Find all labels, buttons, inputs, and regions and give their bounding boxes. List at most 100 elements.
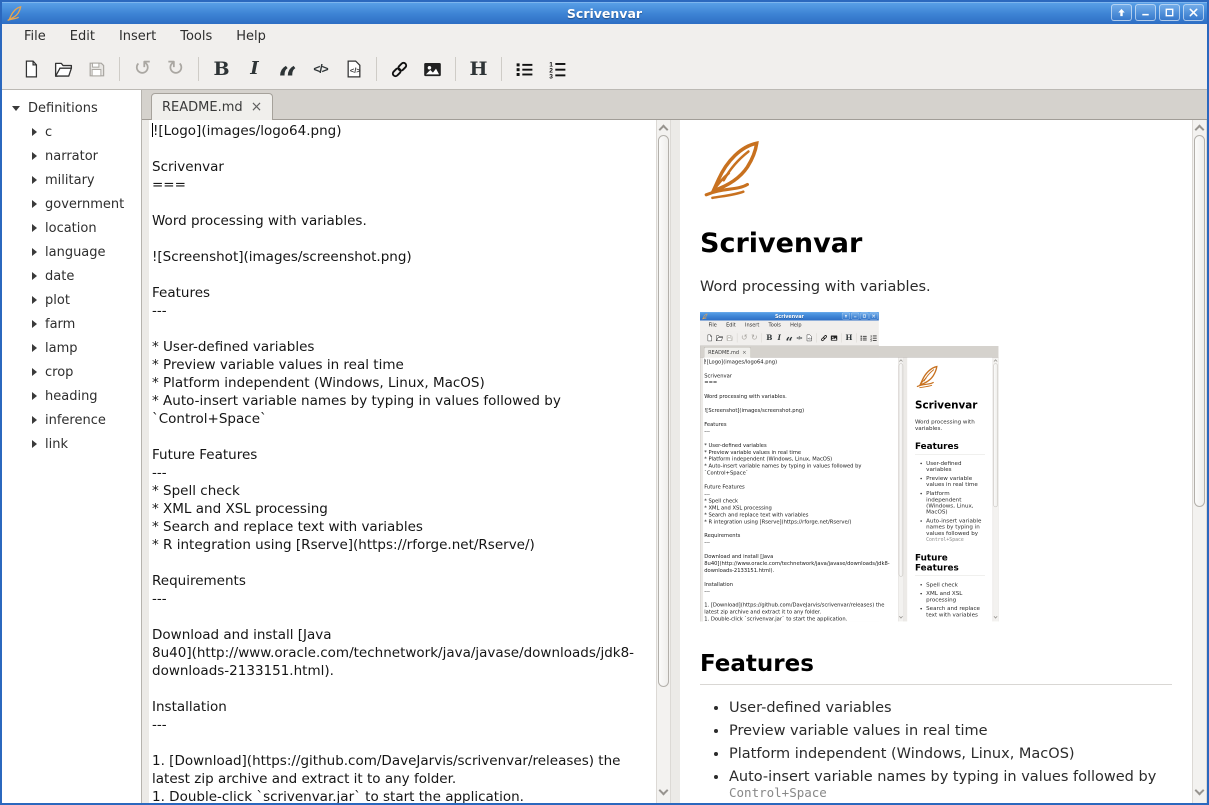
open-file-button[interactable] xyxy=(48,54,79,84)
menu-tools[interactable]: Tools xyxy=(168,25,224,48)
tree-item-date[interactable]: date xyxy=(2,264,141,288)
preview-heading: Features xyxy=(700,651,1172,685)
tree-item-heading[interactable]: heading xyxy=(2,384,141,408)
preview-bullet: Platform independent (Windows, Linux, Ma… xyxy=(729,746,1172,762)
editor-line: * Platform independent (Windows, Linux, … xyxy=(152,375,656,393)
chevron-right-icon[interactable] xyxy=(32,248,37,256)
chevron-right-icon[interactable] xyxy=(32,176,37,184)
preview-bullet: Auto-insert variable names by typing in … xyxy=(729,769,1172,801)
chevron-right-icon[interactable] xyxy=(32,200,37,208)
editor-line xyxy=(152,195,656,213)
tree-item-narrator[interactable]: narrator xyxy=(2,144,141,168)
tree-item-label: c xyxy=(45,125,52,140)
tree-item-label: crop xyxy=(45,365,73,380)
definitions-tree[interactable]: Definitions c narratormilitary government lo… xyxy=(2,90,142,803)
heading-button[interactable]: H xyxy=(463,54,494,84)
editor-line: Requirements xyxy=(152,573,656,591)
editor-scrollbar[interactable] xyxy=(656,120,671,803)
menu-help[interactable]: Help xyxy=(224,25,278,48)
tree-item-crop[interactable]: crop xyxy=(2,360,141,384)
markdown-editor[interactable]: ![Logo](images/logo64.png)Scrivenvar===W… xyxy=(149,120,656,803)
tree-item-label: heading xyxy=(45,389,98,404)
chevron-right-icon[interactable] xyxy=(32,368,37,376)
redo-icon: ↻ xyxy=(167,61,185,77)
chevron-right-icon[interactable] xyxy=(32,272,37,280)
editor-line: * User-defined variables xyxy=(152,339,656,357)
tree-item-language[interactable]: language xyxy=(2,240,141,264)
tree-item-location[interactable]: location xyxy=(2,216,141,240)
link-button[interactable] xyxy=(384,54,415,84)
blockquote-button[interactable]: “ xyxy=(272,54,303,84)
close-button[interactable] xyxy=(1183,4,1204,21)
inline-code-icon: </> xyxy=(313,63,327,75)
tree-item-link[interactable]: link xyxy=(2,432,141,456)
chevron-right-icon[interactable] xyxy=(32,344,37,352)
tab-readme[interactable]: README.md × xyxy=(151,93,273,120)
app-window: Scrivenvar FileEditInsertToolsHelp ↺↻BI“… xyxy=(700,312,879,621)
tree-item-c[interactable]: c xyxy=(2,120,141,144)
editor-line xyxy=(152,231,656,249)
tab-label: README.md xyxy=(162,100,243,115)
bullet-list-button[interactable] xyxy=(509,54,540,84)
tree-item-military[interactable]: military xyxy=(2,168,141,192)
new-document-button[interactable] xyxy=(15,54,46,84)
shade-button[interactable] xyxy=(1111,4,1132,21)
tree-item-government[interactable]: government xyxy=(2,192,141,216)
editor-scroll-up-button[interactable] xyxy=(657,122,670,136)
save-button[interactable] xyxy=(81,54,112,84)
scrivenvar-logo-image xyxy=(700,136,766,202)
preview-scrollbar-thumb[interactable] xyxy=(1194,135,1205,507)
chevron-right-icon[interactable] xyxy=(32,224,37,232)
svg-text:3: 3 xyxy=(871,339,873,342)
titlebar[interactable]: Scrivenvar xyxy=(2,2,1207,24)
minimize-button[interactable] xyxy=(1135,4,1156,21)
chevron-right-icon[interactable] xyxy=(32,128,37,136)
inline-code-button[interactable]: </> xyxy=(305,54,336,84)
menu-file[interactable]: File xyxy=(12,25,58,48)
splitter-right[interactable] xyxy=(671,120,680,803)
tree-item-label: government xyxy=(45,197,124,212)
chevron-right-icon[interactable] xyxy=(32,416,37,424)
editor-line: 1. [Download](https://github.com/DaveJar… xyxy=(152,753,656,771)
tree-item-plot[interactable]: plot xyxy=(2,288,141,312)
preview-subtitle: Word processing with variables. xyxy=(700,279,1172,295)
editor-line: ![Screenshot](images/screenshot.png) xyxy=(152,249,656,267)
editor-line: * XML and XSL processing xyxy=(152,501,656,519)
maximize-button[interactable] xyxy=(1159,4,1180,21)
editor-scroll-down-button[interactable] xyxy=(657,787,670,801)
image-button[interactable] xyxy=(417,54,448,84)
tree-root-definitions[interactable]: Definitions xyxy=(2,96,141,120)
tree-item-farm[interactable]: farm xyxy=(2,312,141,336)
preview-scroll-up-button[interactable] xyxy=(1193,122,1206,136)
splitter-left[interactable] xyxy=(142,120,149,803)
tree-item-label: lamp xyxy=(45,341,78,356)
tree-item-lamp[interactable]: lamp xyxy=(2,336,141,360)
code-file-button[interactable]: </> xyxy=(338,54,369,84)
bold-button[interactable]: B xyxy=(206,54,237,84)
italic-button[interactable]: I xyxy=(239,54,270,84)
menu-insert[interactable]: Insert xyxy=(107,25,168,48)
editor-line: latest zip archive and extract it to any… xyxy=(152,771,656,789)
editor-line: Future Features xyxy=(152,447,656,465)
chevron-right-icon[interactable] xyxy=(32,392,37,400)
preview-bullet: User-defined variables xyxy=(729,700,1172,716)
undo-button[interactable]: ↺ xyxy=(127,54,158,84)
redo-button[interactable]: ↻ xyxy=(160,54,191,84)
tab-close-icon[interactable]: × xyxy=(251,102,263,112)
preview-scrollbar[interactable] xyxy=(1192,120,1207,803)
app-window: Scrivenvar FileEditInsertToolsHelp ↺ ↻ BI“… xyxy=(0,0,1209,805)
chevron-right-icon[interactable] xyxy=(32,152,37,160)
menu-edit[interactable]: Edit xyxy=(58,25,107,48)
chevron-right-icon[interactable] xyxy=(32,296,37,304)
image-icon xyxy=(422,59,443,80)
preview-scroll-down-button[interactable] xyxy=(1193,787,1206,801)
editor-scrollbar-thumb[interactable] xyxy=(658,135,669,687)
numbered-list-button[interactable]: 123 xyxy=(542,54,573,84)
open-folder-icon xyxy=(53,59,74,80)
chevron-right-icon[interactable] xyxy=(32,320,37,328)
chevron-down-icon[interactable] xyxy=(12,106,20,111)
tree-item-inference[interactable]: inference xyxy=(2,408,141,432)
toolbar-divider xyxy=(455,57,456,81)
tabstrip: README.md × xyxy=(142,90,1207,120)
chevron-right-icon[interactable] xyxy=(32,440,37,448)
